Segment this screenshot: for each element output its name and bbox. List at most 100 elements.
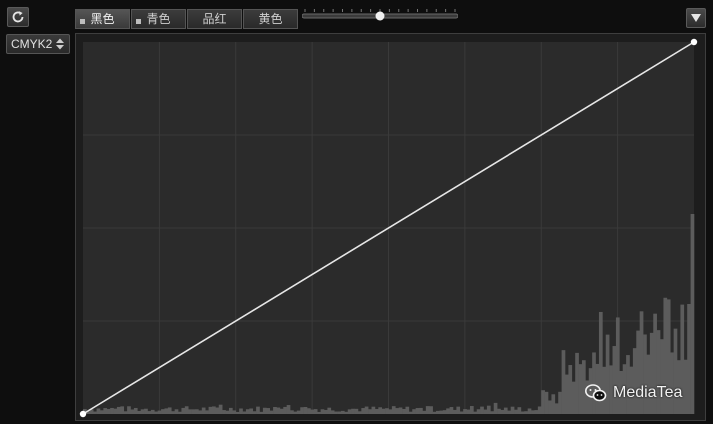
channel-swatch — [136, 19, 141, 24]
histogram-bar — [188, 409, 192, 414]
histogram-bar — [171, 411, 175, 414]
histogram-bar — [279, 408, 284, 414]
histogram-bar — [256, 406, 260, 414]
histogram-bar — [422, 410, 427, 414]
color-mode-select[interactable]: CMYK2 — [6, 34, 70, 54]
histogram-bar — [497, 408, 501, 414]
histogram-bar — [436, 410, 440, 414]
tab-magenta[interactable]: 品红 — [187, 9, 242, 29]
histogram-bar — [178, 411, 182, 414]
histogram-bar — [490, 411, 495, 414]
histogram-bar — [520, 411, 525, 414]
curve-canvas[interactable] — [76, 34, 705, 420]
histogram-bar — [548, 400, 552, 414]
adjust-slider[interactable] — [302, 8, 458, 24]
histogram-bar — [120, 406, 125, 414]
curve-control-point[interactable] — [690, 38, 698, 46]
histogram-bar — [191, 409, 196, 414]
histogram-bar — [456, 406, 461, 414]
histogram-bar — [307, 408, 311, 414]
histogram-bar — [469, 406, 474, 414]
tab-yellow[interactable]: 黄色 — [243, 9, 298, 29]
histogram-bar — [103, 408, 108, 414]
histogram-bar — [110, 407, 114, 414]
histogram-bar — [286, 405, 291, 414]
histogram-bar — [232, 410, 237, 414]
histogram-bar — [123, 411, 128, 414]
histogram-bar — [551, 394, 556, 414]
histogram-bar — [517, 407, 522, 414]
histogram-bar — [527, 408, 532, 414]
reset-button[interactable] — [7, 7, 29, 27]
histogram-bar — [374, 409, 379, 414]
histogram-bar — [476, 409, 481, 414]
histogram-bar — [412, 409, 416, 414]
histogram-bar — [320, 409, 325, 414]
histogram-bar — [262, 407, 267, 414]
histogram-bar — [486, 405, 491, 414]
histogram-bar — [154, 411, 158, 414]
histogram-bar — [313, 409, 318, 414]
histogram-bar — [290, 410, 294, 414]
histogram-bar — [324, 409, 328, 414]
histogram-bar — [283, 406, 287, 414]
histogram-bar — [164, 408, 169, 414]
histogram-bar — [245, 409, 250, 414]
histogram-bar — [687, 304, 691, 414]
histogram-bar — [300, 407, 304, 414]
histogram-bar — [266, 408, 270, 414]
histogram-bar — [211, 406, 216, 414]
histogram-bar — [228, 407, 233, 414]
wechat-icon — [585, 384, 607, 402]
up-down-arrows-icon — [56, 38, 64, 50]
histogram-bar — [222, 410, 226, 414]
histogram-bar — [459, 411, 464, 414]
histogram-bar — [198, 410, 203, 414]
histogram-bar — [144, 408, 148, 414]
tab-cyan[interactable]: 青色 — [131, 9, 186, 29]
watermark: MediaTea — [585, 384, 682, 402]
histogram-bar — [205, 410, 209, 414]
histogram-bar — [303, 407, 308, 414]
histogram-bar — [273, 406, 277, 414]
histogram-bar — [571, 381, 576, 414]
histogram-bar — [558, 391, 562, 414]
histogram-bar — [605, 334, 610, 414]
color-mode-value: CMYK2 — [11, 37, 53, 51]
histogram-bar — [184, 406, 189, 414]
histogram-bar — [252, 411, 257, 414]
histogram-bar — [344, 411, 349, 414]
histogram-bar — [510, 406, 515, 414]
histogram-bar — [463, 409, 467, 414]
panel-menu-button[interactable] — [686, 8, 706, 28]
histogram-bar — [167, 407, 172, 414]
curve-graph[interactable] — [75, 33, 706, 421]
histogram-bar — [452, 409, 457, 414]
histogram-bar — [116, 406, 121, 414]
histogram-bar — [466, 409, 471, 414]
tab-label: 品红 — [202, 12, 227, 26]
tab-label: 青色 — [146, 12, 171, 26]
histogram-bar — [147, 411, 152, 414]
histogram-bar — [660, 339, 664, 414]
tab-black[interactable]: 黑色 — [75, 9, 130, 29]
histogram-bar — [364, 406, 369, 414]
histogram-bar — [554, 403, 559, 414]
slider-thumb[interactable] — [375, 11, 385, 21]
histogram-bar — [296, 410, 301, 414]
histogram-bar — [568, 365, 573, 414]
histogram-bar — [137, 410, 142, 414]
histogram-bar — [235, 411, 240, 414]
histogram-bar — [402, 408, 406, 414]
histogram-bar — [195, 409, 199, 414]
watermark-text: MediaTea — [613, 384, 683, 401]
histogram-bar — [242, 411, 247, 414]
histogram-bar — [643, 334, 647, 414]
histogram-bar — [218, 404, 223, 414]
histogram-bar — [534, 410, 539, 414]
histogram-bar — [503, 407, 508, 414]
histogram-bar — [442, 410, 447, 414]
curve-control-point[interactable] — [79, 410, 87, 418]
histogram-bar — [259, 411, 264, 414]
histogram-bar — [544, 391, 549, 414]
